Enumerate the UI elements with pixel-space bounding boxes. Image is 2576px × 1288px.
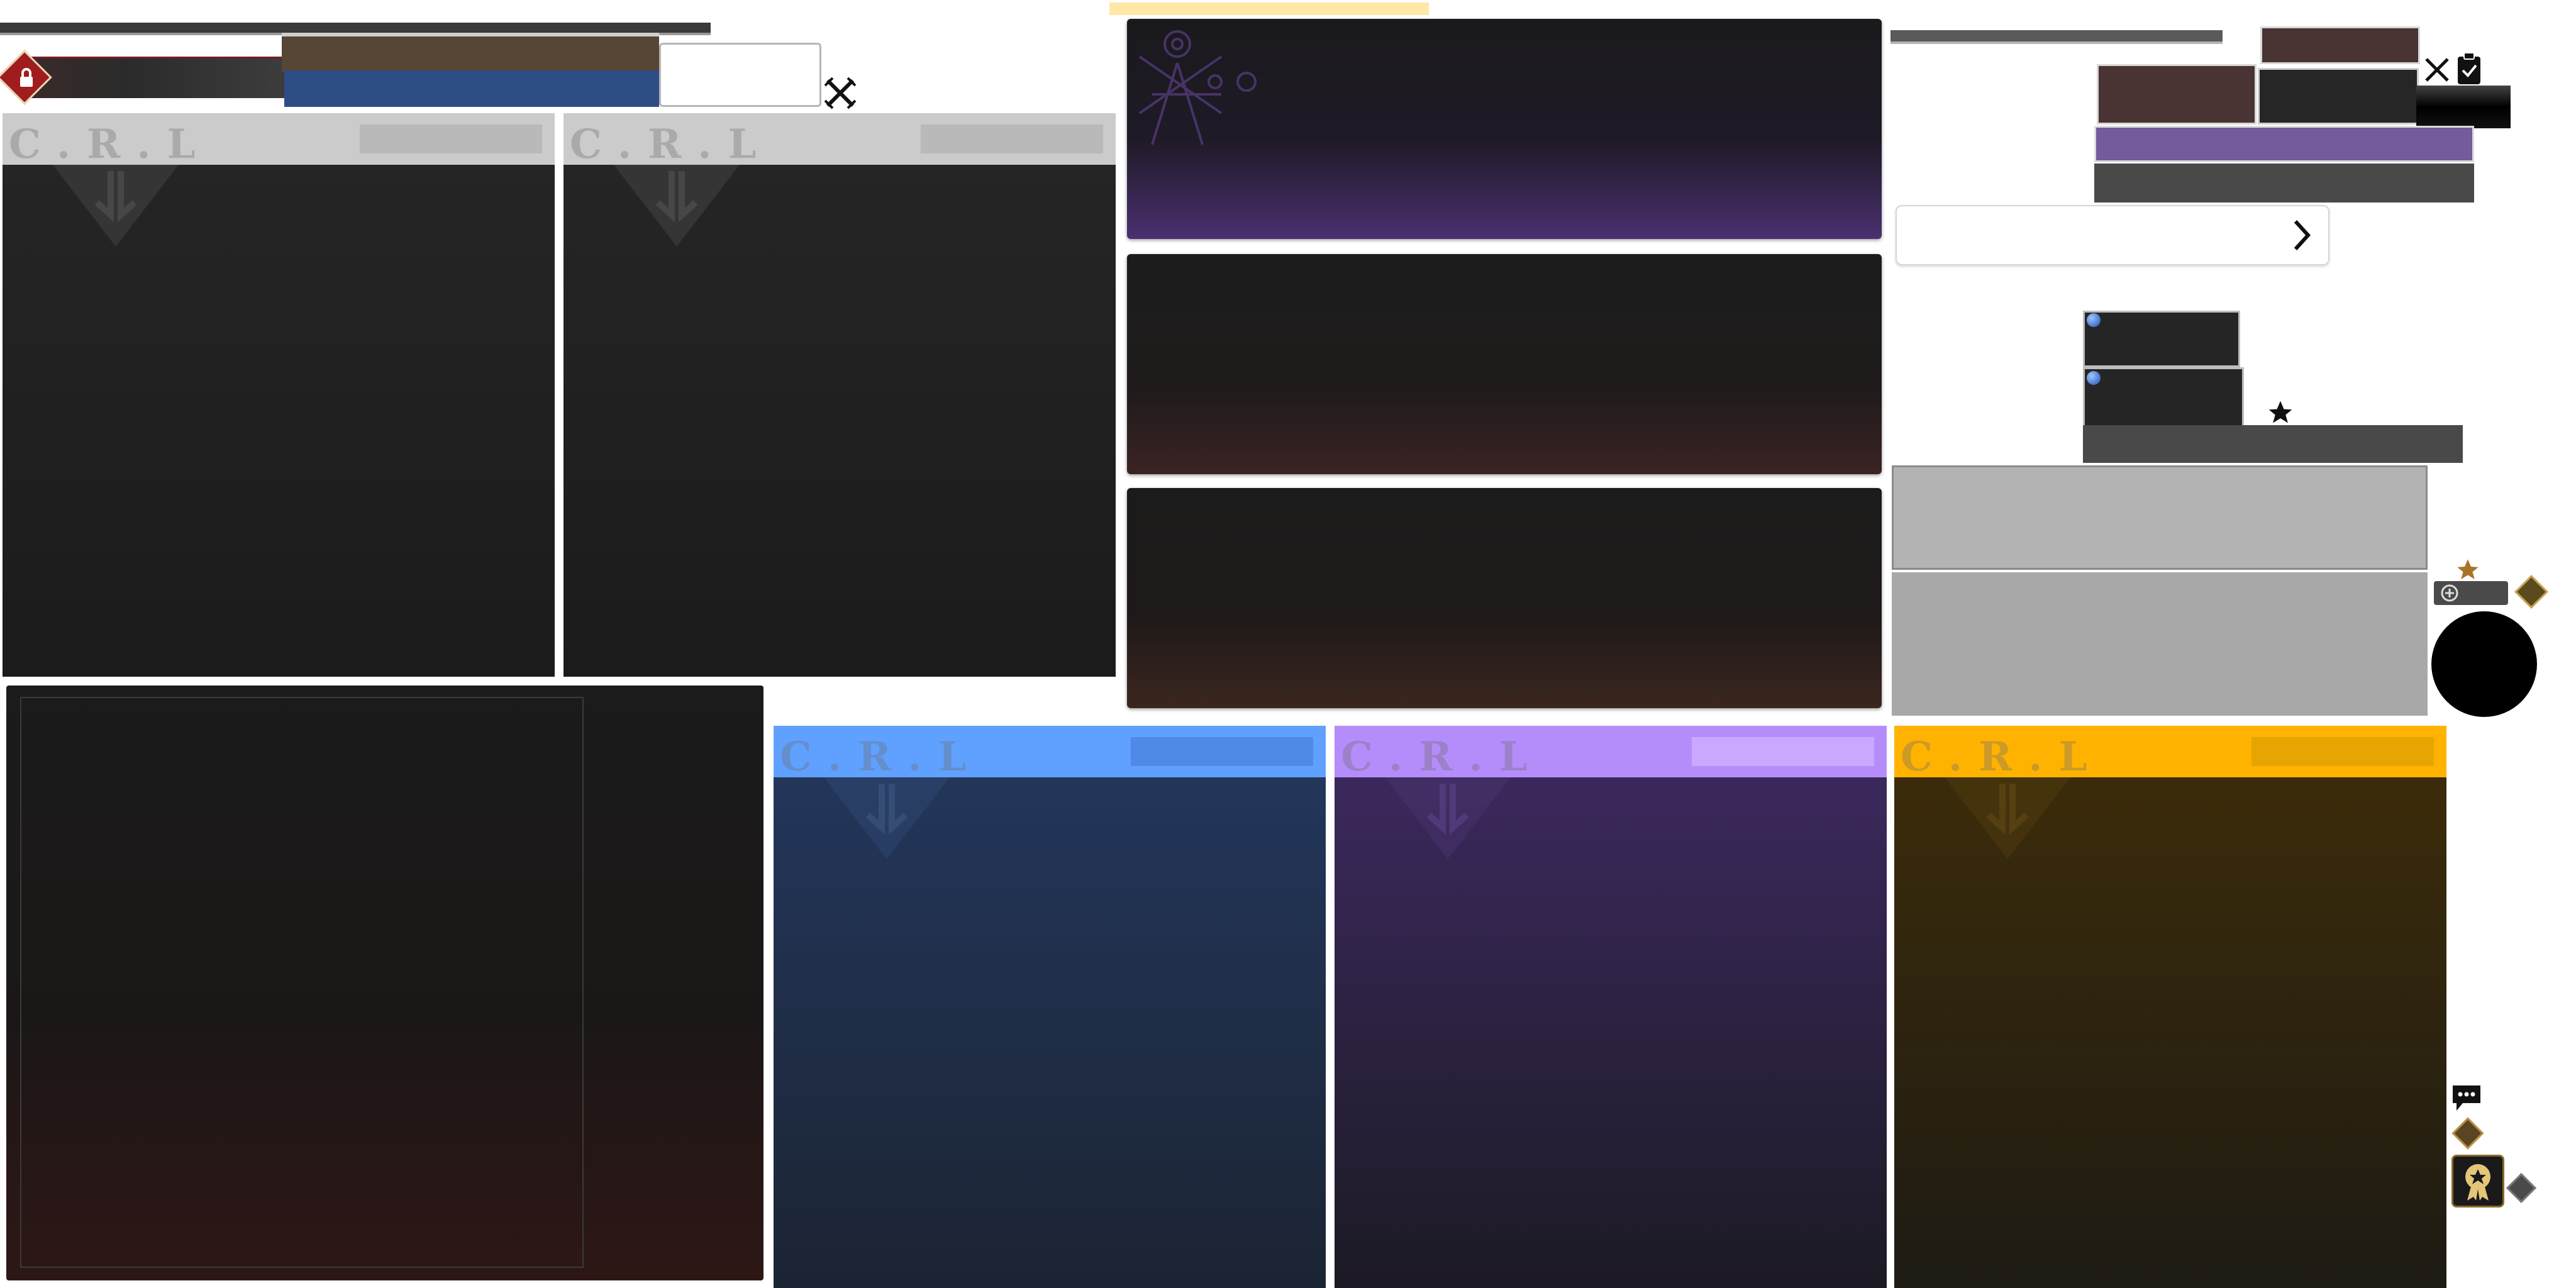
clipboard-check-icon[interactable] — [2455, 52, 2483, 86]
text-input-field[interactable] — [659, 43, 821, 107]
crossed-swords-icon[interactable] — [823, 75, 858, 111]
brown-tab-button[interactable] — [282, 33, 659, 72]
card-header: C.R.L — [1894, 726, 2446, 780]
lock-icon — [14, 65, 39, 91]
right-thin-bar — [1890, 30, 2223, 44]
gift-icon[interactable] — [2506, 1172, 2537, 1204]
emblem-icon — [614, 165, 740, 247]
crl-logo-text: C.R.L — [570, 121, 773, 168]
light-gray-panel — [1892, 465, 2428, 570]
top-highlight-strip — [1109, 3, 1429, 15]
blue-tab-button[interactable] — [284, 70, 659, 107]
purple-banner-panel[interactable] — [1127, 19, 1882, 239]
red-banner-panel-1[interactable] — [1127, 254, 1882, 474]
item-slot-2[interactable] — [2083, 367, 2244, 428]
crl-card-blue[interactable]: C.R.L — [774, 726, 1326, 1288]
star-icon — [2455, 557, 2480, 582]
avatar-circle[interactable] — [2431, 611, 2537, 717]
card-tag — [2251, 737, 2434, 766]
dark-button[interactable] — [2258, 68, 2419, 125]
card-tag — [1692, 737, 1874, 766]
chat-bubble-icon[interactable] — [2450, 1083, 2483, 1113]
crl-card-purple[interactable]: C.R.L — [1335, 726, 1887, 1288]
crossed-swords-icon[interactable] — [2423, 55, 2451, 84]
medal-icon[interactable] — [2451, 1155, 2504, 1208]
locked-item-bar — [19, 57, 289, 98]
crl-logo-text: C.R.L — [9, 121, 212, 168]
blue-orb-icon — [2087, 371, 2101, 385]
card-header: C.R.L — [3, 113, 555, 168]
blue-orb-icon — [2087, 313, 2101, 327]
inner-content-frame — [20, 697, 584, 1268]
guild-crest-icon — [1138, 30, 1257, 145]
large-dark-panel[interactable] — [6, 686, 763, 1280]
plus-circle-icon[interactable] — [2440, 584, 2459, 602]
emblem-icon — [53, 165, 179, 247]
gift-icon[interactable] — [2514, 575, 2548, 609]
crl-logo-text: C.R.L — [1901, 733, 2104, 780]
violet-action-bar[interactable] — [2094, 126, 2474, 162]
emblem-icon — [1385, 777, 1511, 859]
crl-logo-text: C.R.L — [1341, 733, 1544, 780]
card-tag — [921, 125, 1103, 153]
emblem-icon — [1945, 777, 2070, 859]
crl-card-gray-1[interactable]: C.R.L — [3, 113, 555, 677]
maroon-button[interactable] — [2097, 64, 2257, 125]
card-header: C.R.L — [564, 113, 1116, 168]
gray-action-bar[interactable] — [2094, 164, 2474, 203]
diamond-icon[interactable] — [2451, 1117, 2484, 1150]
item-slot-1[interactable] — [2083, 311, 2240, 367]
crl-card-gold[interactable]: C.R.L — [1894, 726, 2446, 1288]
star-icon — [2267, 399, 2294, 426]
crl-logo-text: C.R.L — [780, 733, 983, 780]
red-banner-panel-2[interactable] — [1127, 488, 1882, 708]
black-gradient-tab — [2416, 86, 2511, 128]
crl-card-gray-2[interactable]: C.R.L — [564, 113, 1116, 677]
select-box[interactable] — [1896, 205, 2329, 265]
card-header: C.R.L — [1335, 726, 1887, 780]
card-tag — [1131, 737, 1313, 766]
chevron-right-icon[interactable] — [2289, 218, 2314, 253]
light-gray-panel-2 — [1892, 572, 2428, 716]
gray-status-bar — [2083, 425, 2463, 463]
emblem-icon — [824, 777, 950, 859]
card-header: C.R.L — [774, 726, 1326, 780]
card-tag — [360, 125, 542, 153]
maroon-button-top[interactable] — [2260, 26, 2420, 64]
